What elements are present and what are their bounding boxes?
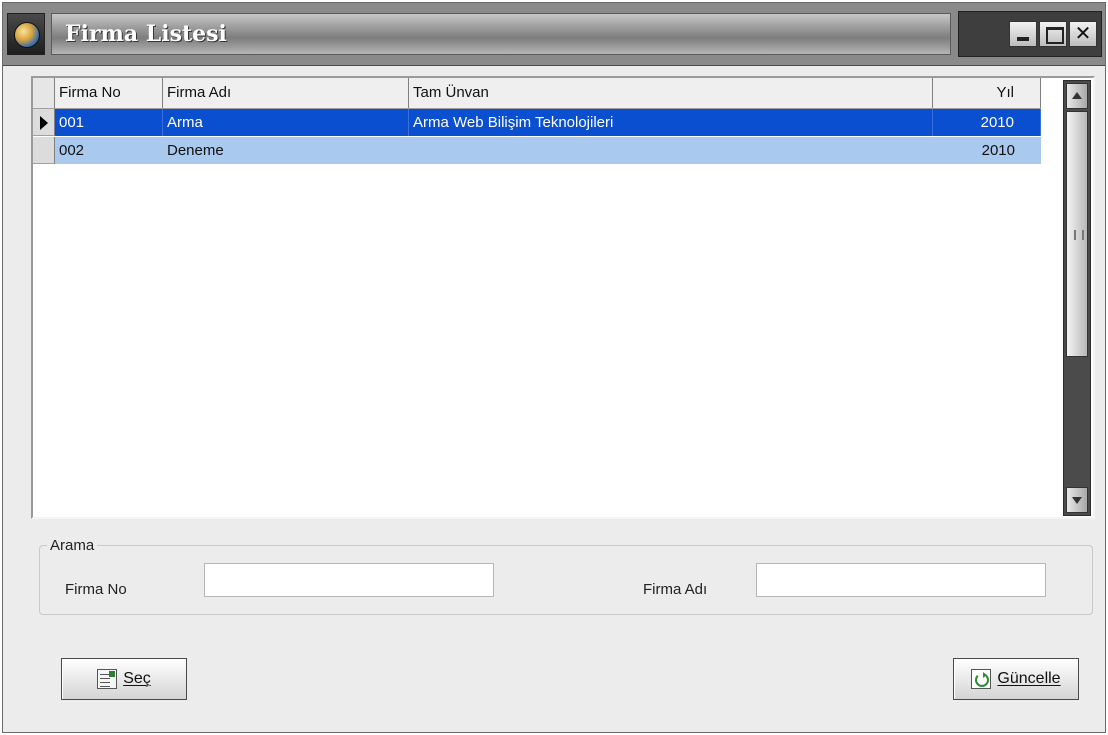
firma-grid[interactable]: Firma No Firma Adı Tam Ünvan Yıl 001 Arm…	[31, 76, 1095, 519]
sec-button[interactable]: Seç	[61, 658, 187, 700]
firma-no-label: Firma No	[65, 581, 127, 598]
scroll-down-icon[interactable]	[1066, 487, 1088, 513]
cell-tam-unvan[interactable]: Arma Web Bilişim Teknolojileri	[409, 109, 933, 136]
refresh-icon	[971, 669, 992, 689]
column-header-firma-no[interactable]: Firma No	[55, 78, 163, 108]
firma-adi-input[interactable]	[756, 563, 1046, 597]
column-header-tam-unvan[interactable]: Tam Ünvan	[409, 78, 933, 108]
cell-firma-no[interactable]: 002	[55, 137, 163, 164]
scroll-up-icon[interactable]	[1066, 83, 1088, 109]
firma-no-input[interactable]	[204, 563, 494, 597]
search-legend: Arama	[47, 537, 98, 554]
grid-header: Firma No Firma Adı Tam Ünvan Yıl	[33, 78, 1041, 109]
cell-yil[interactable]: 2010	[933, 137, 1041, 164]
column-header-firma-adi[interactable]: Firma Adı	[163, 78, 409, 108]
minimize-icon[interactable]	[1009, 21, 1037, 47]
cell-firma-adi[interactable]: Deneme	[163, 137, 409, 164]
cell-firma-no[interactable]: 001	[55, 109, 163, 136]
title-bar[interactable]: Firma Listesi ✕	[3, 3, 1105, 66]
vertical-scrollbar[interactable]	[1063, 80, 1091, 516]
row-indicator-header	[33, 78, 55, 108]
window-controls: ✕	[958, 11, 1102, 57]
guncelle-button[interactable]: Güncelle	[953, 658, 1079, 700]
table-row[interactable]: 001 Arma Arma Web Bilişim Teknolojileri …	[33, 109, 1041, 136]
column-header-yil[interactable]: Yıl	[933, 78, 1041, 108]
firma-adi-label: Firma Adı	[643, 581, 708, 598]
row-indicator[interactable]	[33, 109, 55, 136]
cell-firma-adi[interactable]: Arma	[163, 109, 409, 136]
row-indicator[interactable]	[33, 137, 55, 164]
sec-button-label: Seç	[123, 670, 151, 687]
globe-icon	[14, 22, 40, 48]
cell-tam-unvan[interactable]	[409, 137, 933, 164]
current-row-arrow-icon	[40, 116, 48, 130]
app-globe-icon[interactable]	[7, 13, 45, 55]
select-list-icon	[97, 669, 118, 689]
firma-listesi-window: Firma Listesi ✕ Firma No Firma Adı Tam Ü…	[2, 2, 1106, 733]
scroll-thumb[interactable]	[1066, 111, 1088, 357]
grip-icon	[1074, 230, 1084, 240]
cell-yil[interactable]: 2010	[933, 109, 1041, 136]
window-title: Firma Listesi	[65, 21, 227, 47]
close-icon[interactable]: ✕	[1069, 21, 1097, 47]
maximize-icon[interactable]	[1039, 21, 1067, 47]
table-row[interactable]: 002 Deneme 2010	[33, 137, 1041, 164]
guncelle-button-label: Güncelle	[997, 670, 1061, 687]
